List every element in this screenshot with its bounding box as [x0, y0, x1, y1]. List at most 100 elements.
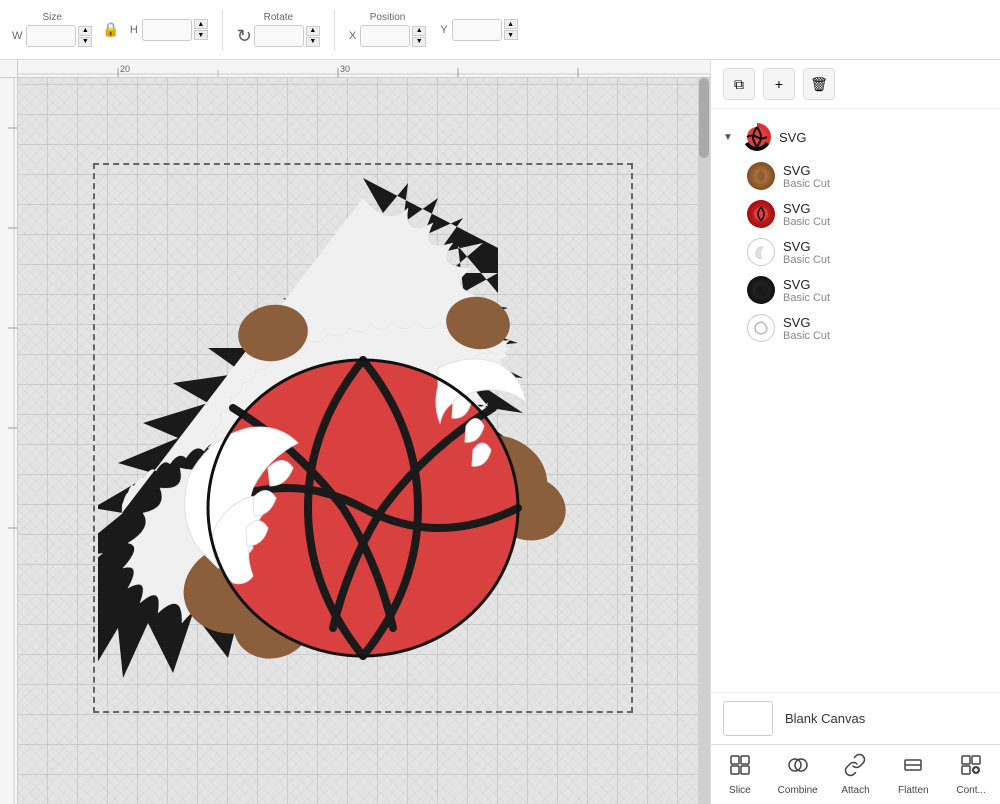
layer-name-1: SVG	[783, 201, 830, 216]
y-down[interactable]: ▼	[504, 30, 518, 40]
flatten-svg	[901, 753, 925, 777]
slice-button[interactable]: Slice	[711, 749, 769, 800]
canvas-preview	[723, 701, 773, 736]
rotate-stepper[interactable]: ▲ ▼	[306, 26, 320, 47]
rotate-input[interactable]	[254, 25, 304, 47]
right-panel: Layers Color Sync ⧉ + 🗑 ▼	[710, 0, 1000, 804]
flatten-icon	[901, 753, 925, 783]
width-input[interactable]	[26, 25, 76, 47]
x-label: X	[349, 30, 356, 42]
thumb-svg-1	[751, 204, 771, 224]
ruler-corner	[0, 60, 18, 78]
divider-2	[334, 10, 335, 50]
attach-button[interactable]: Attach	[827, 749, 885, 800]
y-stepper[interactable]: ▲ ▼	[504, 19, 518, 40]
layer-name-4: SVG	[783, 315, 830, 330]
attach-svg	[843, 753, 867, 777]
size-label: Size	[42, 12, 61, 23]
combine-svg	[786, 753, 810, 777]
rotate-icon[interactable]: ↻	[237, 26, 252, 47]
layer-subname-0: Basic Cut	[783, 178, 830, 190]
delete-layer-button[interactable]: 🗑	[803, 68, 835, 100]
top-toolbar: Size W ▲ ▼ 🔒 H ▲ ▼ Rotate ↻ ▲	[0, 0, 1000, 60]
layer-parent-name: SVG	[779, 130, 806, 145]
layer-thumb-3	[747, 276, 775, 304]
thumb-svg-0	[751, 166, 771, 186]
bear-svg-image	[98, 168, 628, 708]
divider-1	[222, 10, 223, 50]
bear-svg	[98, 168, 628, 708]
ruler-top: 20 30	[18, 60, 710, 78]
layer-chevron: ▼	[723, 132, 735, 143]
ruler-left	[0, 78, 18, 804]
copy-layer-button[interactable]: ⧉	[723, 68, 755, 100]
width-stepper[interactable]: ▲ ▼	[78, 26, 92, 47]
height-group: H ▲ ▼	[130, 19, 208, 41]
slice-label: Slice	[729, 785, 751, 796]
more-label: Cont...	[956, 785, 985, 796]
more-svg	[959, 753, 983, 777]
y-group: Y ▲ ▼	[440, 19, 517, 41]
lock-icon[interactable]: 🔒	[102, 21, 119, 38]
copy-icon: ⧉	[734, 76, 744, 93]
layer-item-2[interactable]: SVG Basic Cut	[711, 233, 1000, 271]
layers-list: ▼ SVG SVG Basic Cut	[711, 109, 1000, 692]
layer-item-1[interactable]: SVG Basic Cut	[711, 195, 1000, 233]
canvas-label: Blank Canvas	[785, 711, 865, 726]
combine-button[interactable]: Combine	[769, 749, 827, 800]
rotate-up[interactable]: ▲	[306, 26, 320, 36]
flatten-button[interactable]: Flatten	[884, 749, 942, 800]
width-up[interactable]: ▲	[78, 26, 92, 36]
thumb-svg-2	[751, 242, 771, 262]
height-down[interactable]: ▼	[194, 30, 208, 40]
rotate-group: Rotate ↻ ▲ ▼	[237, 12, 320, 47]
layer-subname-2: Basic Cut	[783, 254, 830, 266]
layer-parent-info: SVG	[779, 130, 806, 145]
slice-icon	[728, 753, 752, 783]
combine-icon	[786, 753, 810, 783]
thumb-svg-4	[751, 318, 771, 338]
x-up[interactable]: ▲	[412, 26, 426, 36]
layer-name-3: SVG	[783, 277, 830, 292]
layer-item-3[interactable]: SVG Basic Cut	[711, 271, 1000, 309]
add-layer-button[interactable]: +	[763, 68, 795, 100]
layer-item-0[interactable]: SVG Basic Cut	[711, 157, 1000, 195]
layer-name-2: SVG	[783, 239, 830, 254]
height-input[interactable]	[142, 19, 192, 41]
canvas-info: Blank Canvas	[711, 692, 1000, 744]
ruler-left-svg	[0, 78, 18, 804]
layer-info-0: SVG Basic Cut	[783, 163, 830, 190]
layer-subname-1: Basic Cut	[783, 216, 830, 228]
layer-item-4[interactable]: SVG Basic Cut	[711, 309, 1000, 347]
combine-label: Combine	[778, 785, 818, 796]
position-group: Position X ▲ ▼	[349, 12, 426, 47]
more-button[interactable]: Cont...	[942, 749, 1000, 800]
attach-icon	[843, 753, 867, 783]
width-down[interactable]: ▼	[78, 37, 92, 47]
layer-subname-3: Basic Cut	[783, 292, 830, 304]
x-stepper[interactable]: ▲ ▼	[412, 26, 426, 47]
scrollbar-right[interactable]	[698, 78, 710, 804]
canvas-area[interactable]	[18, 78, 710, 804]
height-up[interactable]: ▲	[194, 19, 208, 29]
layer-thumb-0	[747, 162, 775, 190]
rotate-down[interactable]: ▼	[306, 37, 320, 47]
scrollbar-thumb[interactable]	[699, 78, 709, 158]
layer-thumb-2	[747, 238, 775, 266]
x-down[interactable]: ▼	[412, 37, 426, 47]
flatten-label: Flatten	[898, 785, 929, 796]
y-up[interactable]: ▲	[504, 19, 518, 29]
layer-thumb-4	[747, 314, 775, 342]
delete-icon: 🗑	[810, 76, 828, 93]
layer-thumb-1	[747, 200, 775, 228]
layer-name-0: SVG	[783, 163, 830, 178]
canvas-main: 20 30	[0, 60, 710, 804]
bottom-toolbar: Slice Combine Attach	[711, 744, 1000, 804]
height-stepper[interactable]: ▲ ▼	[194, 19, 208, 40]
layer-parent-svg[interactable]: ▼ SVG	[711, 117, 1000, 157]
layer-subname-4: Basic Cut	[783, 330, 830, 342]
y-label: Y	[440, 24, 447, 36]
x-input[interactable]	[360, 25, 410, 47]
y-input[interactable]	[452, 19, 502, 41]
attach-label: Attach	[841, 785, 869, 796]
